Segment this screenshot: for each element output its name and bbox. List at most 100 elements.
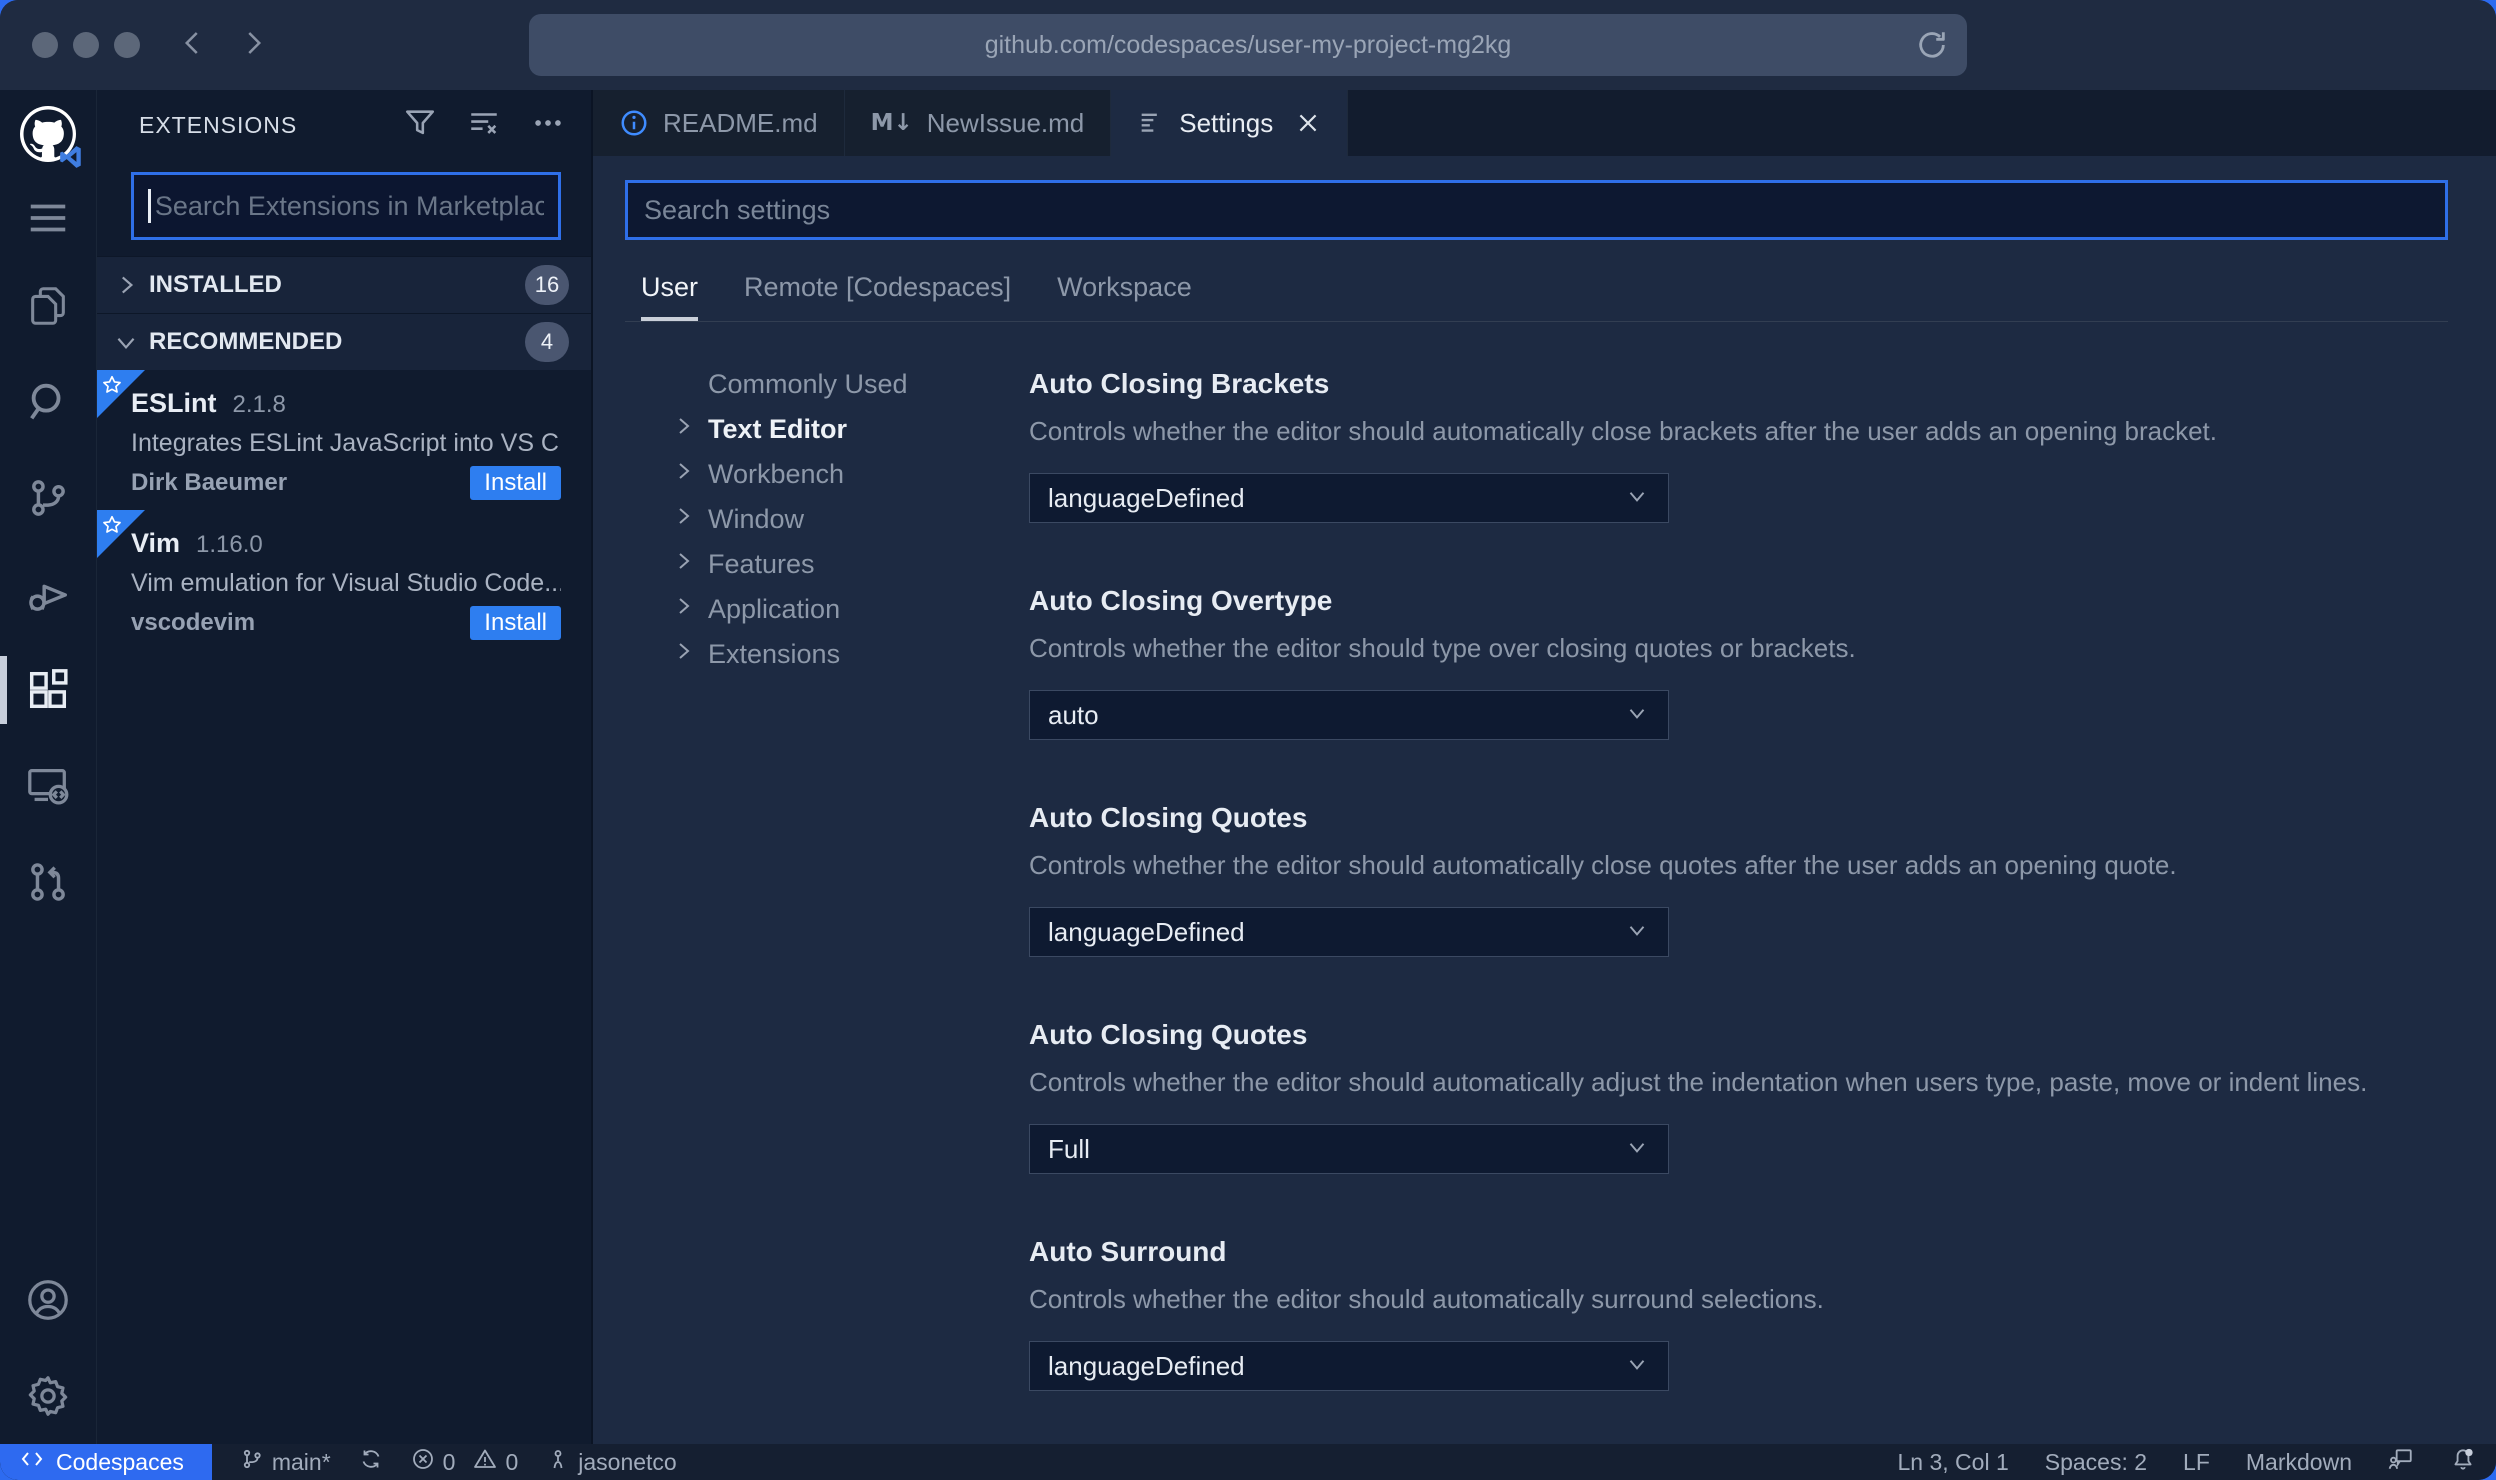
extensions-section-header[interactable]: RECOMMENDED 4 (97, 313, 591, 370)
chevron-icon (113, 272, 139, 298)
maximize-window-button[interactable] (114, 32, 140, 58)
toc-item[interactable]: Commonly Used (625, 362, 1029, 407)
bell-icon[interactable] (2450, 1446, 2476, 1478)
feedback-icon[interactable] (2388, 1446, 2414, 1478)
setting-dropdown[interactable]: languageDefined (1029, 1341, 1669, 1391)
warning-icon (473, 1447, 497, 1477)
source-control-icon[interactable] (0, 450, 96, 546)
extension-author: vscodevim (131, 609, 256, 636)
sync-status-item[interactable] (359, 1447, 383, 1477)
extensions-search-input[interactable]: Search Extensions in Marketplace (131, 172, 561, 240)
info-icon (619, 108, 649, 138)
extensions-sidebar: EXTENSIONS Search Extensions in Marketpl… (97, 90, 593, 1444)
setting-row: Auto Closing Brackets Controls whether t… (1029, 368, 2448, 523)
sidebar-title: EXTENSIONS (139, 111, 298, 138)
toc-item[interactable]: Window (625, 497, 1029, 542)
window-controls[interactable] (32, 32, 140, 58)
setting-dropdown[interactable]: languageDefined (1029, 907, 1669, 957)
toc-item[interactable]: Workbench (625, 452, 1029, 497)
toc-label: Window (708, 504, 805, 534)
extensions-section-header[interactable]: INSTALLED 16 (97, 256, 591, 313)
extension-card[interactable]: Vim 1.16.0 Vim emulation for Visual Stud… (97, 510, 591, 650)
editor-area: README.md M↓ NewIssue.md Settings Search… (593, 90, 2496, 1444)
problems-status-item[interactable]: 0 0 (411, 1447, 518, 1477)
toc-label: Commonly Used (708, 369, 908, 399)
chevron-down-icon (1624, 1134, 1650, 1165)
remote-explorer-icon[interactable] (0, 738, 96, 834)
setting-description: Controls whether the editor should autom… (1029, 416, 2218, 446)
toc-item[interactable]: Features (625, 542, 1029, 587)
install-button[interactable]: Install (470, 606, 561, 640)
user-status-item[interactable]: jasonetco (546, 1447, 677, 1477)
tab-bar: README.md M↓ NewIssue.md Settings (593, 90, 2496, 156)
more-actions-icon[interactable] (531, 106, 565, 145)
chevron-down-icon (1624, 1351, 1650, 1382)
vscode-icon (58, 144, 84, 170)
cursor-position[interactable]: Ln 3, Col 1 (1898, 1449, 2009, 1476)
eol-sequence[interactable]: LF (2183, 1449, 2210, 1476)
setting-description: Controls whether the editor should autom… (1029, 1067, 2368, 1097)
search-icon[interactable] (0, 354, 96, 450)
branch-status-item[interactable]: main* (240, 1447, 331, 1477)
toc-label: Extensions (708, 639, 841, 669)
tab-settings[interactable]: Settings (1111, 90, 1349, 156)
account-icon[interactable] (0, 1252, 96, 1348)
setting-dropdown[interactable]: auto (1029, 690, 1669, 740)
settings-scope-tab[interactable]: Workspace (1057, 272, 1192, 322)
activity-bar (0, 90, 97, 1444)
tab-readme[interactable]: README.md (593, 90, 845, 156)
clear-search-results-icon[interactable] (467, 106, 501, 145)
toc-item[interactable]: Text Editor (625, 407, 1029, 452)
setting-title: Auto Closing Brackets (1029, 368, 1330, 399)
settings-search-input[interactable]: Search settings (625, 180, 2448, 240)
settings-scope-tab[interactable]: User (641, 272, 699, 322)
sync-icon (359, 1447, 383, 1477)
install-button[interactable]: Install (470, 466, 561, 500)
menu-icon[interactable] (0, 178, 96, 258)
codespaces-label: Codespaces (56, 1448, 184, 1475)
chevron-right-icon (671, 504, 708, 535)
toc-item[interactable]: Extensions (625, 632, 1029, 677)
reload-icon[interactable] (1915, 28, 1949, 62)
chevron-right-icon (671, 594, 708, 625)
filter-icon[interactable] (403, 106, 437, 145)
close-window-button[interactable] (32, 32, 58, 58)
setting-title: Auto Closing Overtype (1029, 585, 1333, 616)
language-mode[interactable]: Markdown (2246, 1449, 2352, 1476)
codespaces-logo[interactable] (0, 90, 96, 178)
minimize-window-button[interactable] (73, 32, 99, 58)
address-bar[interactable]: github.com/codespaces/user-my-project-mg… (529, 14, 1967, 76)
browser-window: github.com/codespaces/user-my-project-mg… (0, 0, 2496, 1480)
remote-icon (20, 1447, 44, 1477)
section-count-badge: 16 (525, 265, 569, 305)
status-bar: Codespaces main* 0 0 jasonetco Ln 3, Col… (0, 1444, 2496, 1480)
settings-scope-tab[interactable]: Remote [Codespaces] (744, 272, 1011, 322)
error-count: 0 (442, 1448, 456, 1475)
dropdown-value: Full (1048, 1133, 1090, 1164)
close-icon[interactable] (1295, 110, 1321, 136)
extensions-icon[interactable] (0, 642, 96, 738)
settings-search-placeholder: Search settings (644, 194, 831, 225)
setting-dropdown[interactable]: Full (1029, 1124, 1669, 1174)
toc-label: Text Editor (708, 414, 848, 444)
dropdown-value: auto (1048, 699, 1099, 730)
settings-gear-icon[interactable] (0, 1348, 96, 1444)
explorer-icon[interactable] (0, 258, 96, 354)
toc-item[interactable]: Application (625, 587, 1029, 632)
forward-icon[interactable] (238, 28, 268, 63)
chevron-down-icon (1624, 483, 1650, 514)
text-caret (148, 189, 151, 223)
extension-card[interactable]: ESLint 2.1.8 Integrates ESLint JavaScrip… (97, 370, 591, 510)
person-icon (546, 1447, 570, 1477)
pull-requests-icon[interactable] (0, 834, 96, 930)
setting-description: Controls whether the editor should type … (1029, 633, 1856, 663)
indentation[interactable]: Spaces: 2 (2045, 1449, 2147, 1476)
setting-dropdown[interactable]: languageDefined (1029, 473, 1669, 523)
tab-label: README.md (663, 107, 818, 138)
tab-newissue[interactable]: M↓ NewIssue.md (844, 90, 1112, 156)
setting-description: Controls whether the editor should autom… (1029, 1284, 1824, 1314)
back-icon[interactable] (178, 28, 208, 63)
setting-description: Controls whether the editor should autom… (1029, 850, 2177, 880)
run-debug-icon[interactable] (0, 546, 96, 642)
codespaces-status-button[interactable]: Codespaces (0, 1444, 212, 1480)
